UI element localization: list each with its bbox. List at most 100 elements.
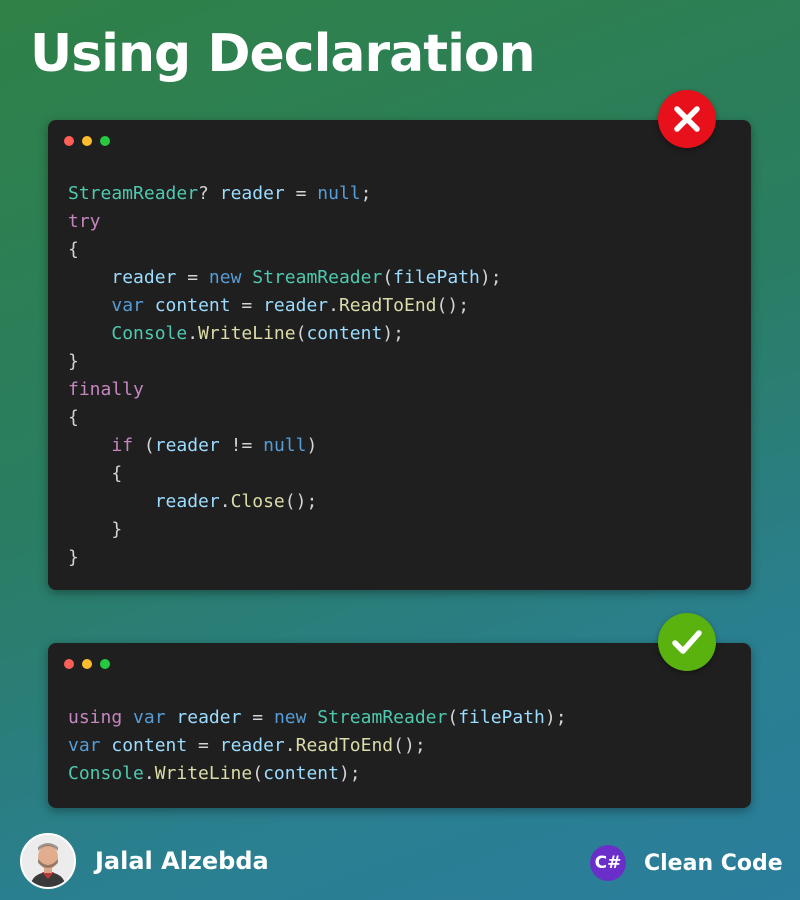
code-token: var — [111, 295, 144, 316]
code-token: reader — [219, 735, 285, 756]
cross-icon — [674, 106, 700, 132]
code-line: { — [68, 460, 502, 488]
code-token: (); — [284, 491, 318, 512]
code-token: try — [68, 211, 101, 232]
code-token: ( — [252, 763, 264, 784]
code-line: finally — [68, 376, 502, 404]
code-token: . — [219, 491, 231, 512]
code-line: Console.WriteLine(content); — [68, 320, 502, 348]
code-line: StreamReader? reader = null; — [68, 180, 502, 208]
code-token: = — [230, 295, 264, 316]
code-token: null — [317, 183, 361, 204]
code-token: filePath — [458, 707, 545, 728]
code-token: ); — [479, 267, 502, 288]
code-token: } — [111, 519, 123, 540]
code-token: { — [111, 463, 123, 484]
code-token: ( — [382, 267, 394, 288]
incorrect-badge — [658, 90, 716, 148]
code-token: reader — [154, 435, 220, 456]
code-token: reader — [219, 183, 285, 204]
window-maximize-dot[interactable] — [100, 659, 110, 669]
code-token: var — [133, 707, 166, 728]
code-token: ( — [295, 323, 307, 344]
code-token: . — [328, 295, 339, 316]
code-token: content — [154, 295, 231, 316]
window-minimize-dot[interactable] — [82, 659, 92, 669]
bad-code-block: StreamReader? reader = null; try { reader … — [68, 180, 502, 572]
code-token: ? — [198, 183, 220, 204]
window-close-dot[interactable] — [64, 136, 74, 146]
code-token: = — [241, 707, 274, 728]
code-token: { — [68, 239, 79, 260]
code-token: ReadToEnd — [338, 295, 437, 316]
correct-badge — [658, 613, 716, 671]
code-token: ReadToEnd — [295, 735, 394, 756]
code-token: ); — [338, 763, 361, 784]
code-token: StreamReader — [252, 267, 383, 288]
code-token: WriteLine — [198, 323, 296, 344]
code-token: reader — [176, 707, 242, 728]
window-close-dot[interactable] — [64, 659, 74, 669]
code-token: (); — [436, 295, 470, 316]
code-token: content — [306, 323, 383, 344]
code-line: var content = reader.ReadToEnd(); — [68, 292, 502, 320]
code-token: new — [208, 267, 242, 288]
author-name: Jalal Alzebda — [95, 847, 269, 875]
brand: C# Clean Code — [590, 845, 783, 881]
code-token: reader — [111, 267, 177, 288]
code-token: } — [68, 547, 79, 568]
csharp-logo-icon: C# — [590, 845, 626, 881]
code-line: } — [68, 544, 502, 572]
code-token: . — [284, 735, 296, 756]
code-line: { — [68, 236, 502, 264]
code-line: if (reader != null) — [68, 432, 502, 460]
code-token: ( — [133, 435, 155, 456]
code-token: filePath — [393, 267, 480, 288]
code-token: ); — [382, 323, 404, 344]
code-token: Console — [68, 763, 144, 784]
code-token: = — [284, 183, 318, 204]
code-token: = — [176, 267, 209, 288]
code-line: using var reader = new StreamReader(file… — [68, 704, 567, 732]
check-icon — [672, 630, 702, 654]
code-line: reader = new StreamReader(filePath); — [68, 264, 502, 292]
code-token: if — [111, 435, 134, 456]
page-title: Using Declaration — [30, 24, 536, 84]
code-token: ); — [544, 707, 567, 728]
code-token: StreamReader — [68, 183, 199, 204]
good-code-block: using var reader = new StreamReader(file… — [68, 704, 567, 788]
code-token: = — [187, 735, 220, 756]
good-example-window: using var reader = new StreamReader(file… — [48, 643, 751, 808]
code-token: . — [143, 763, 155, 784]
window-controls — [64, 136, 110, 146]
code-line: } — [68, 516, 502, 544]
code-token: var — [68, 735, 101, 756]
window-maximize-dot[interactable] — [100, 136, 110, 146]
author-portrait-icon — [22, 835, 74, 887]
code-line: { — [68, 404, 502, 432]
code-token: ; — [360, 183, 372, 204]
code-token: null — [263, 435, 307, 456]
code-line: var content = reader.ReadToEnd(); — [68, 732, 567, 760]
code-token: Close — [230, 491, 285, 512]
code-token: content — [263, 763, 339, 784]
code-token: content — [111, 735, 188, 756]
code-token: (); — [393, 735, 426, 756]
code-line: Console.WriteLine(content); — [68, 760, 567, 788]
code-line: try — [68, 208, 502, 236]
code-token: reader — [154, 491, 220, 512]
code-token: ( — [447, 707, 459, 728]
code-token: finally — [68, 379, 144, 400]
code-token: != — [219, 435, 264, 456]
code-token: . — [187, 323, 199, 344]
code-token: ) — [306, 435, 318, 456]
window-minimize-dot[interactable] — [82, 136, 92, 146]
